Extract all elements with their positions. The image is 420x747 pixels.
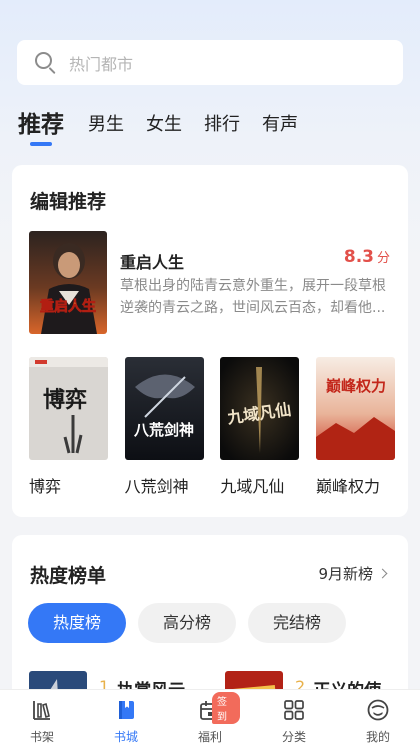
score-value: 8.3 — [343, 247, 374, 267]
search-icon — [33, 50, 59, 76]
category-grid-icon — [284, 700, 304, 720]
book-title: 巅峰权力 — [315, 477, 380, 496]
profile-icon — [367, 699, 389, 721]
tab-female[interactable]: 女生 — [146, 110, 182, 140]
nav-label: 我的 — [365, 730, 390, 744]
pill-high-score[interactable]: 高分榜 — [138, 603, 237, 643]
bottom-navigation: 书架 书城 签到 福利 分类 我的 — [0, 689, 420, 747]
search-placeholder: 热门都市 — [69, 54, 134, 74]
nav-label: 书城 — [113, 730, 138, 744]
featured-book-cover[interactable]: 重启人生 — [29, 231, 107, 334]
pill-hot[interactable]: 热度榜 — [28, 603, 127, 643]
featured-book-score: 8.3 分 — [344, 247, 390, 267]
tab-ranking[interactable]: 排行 — [204, 110, 240, 140]
book-item-dianfengquanli[interactable]: 巅峰权力 巅峰权力 — [315, 357, 395, 497]
tab-audio[interactable]: 有声 — [262, 110, 298, 140]
nav-category[interactable]: 分类 — [264, 690, 324, 747]
book-cover: 九域凡仙 — [220, 357, 300, 460]
nav-label: 福利 — [197, 730, 222, 744]
featured-book-description: 草根出身的陆青云意外重生，展开一段草根逆袭的青云之路，世间风云百态，却看他... — [120, 278, 386, 316]
nav-label: 书架 — [29, 730, 54, 744]
book-item-bahuangjianshen[interactable]: 八荒剑神 八荒剑神 — [124, 357, 204, 497]
new-list-label: 9月新榜 — [318, 565, 373, 583]
book-title: 九域凡仙 — [220, 477, 285, 496]
nav-profile[interactable]: 我的 — [348, 690, 408, 747]
nav-bookshelf[interactable]: 书架 — [12, 690, 72, 747]
book-item-jiuyufanxian[interactable]: 九域凡仙 九域凡仙 — [220, 357, 300, 497]
score-unit: 分 — [376, 251, 390, 266]
chevron-right-icon — [377, 568, 388, 579]
nav-label: 分类 — [281, 730, 306, 744]
cover-text: 博弈 — [43, 387, 87, 413]
pill-finished[interactable]: 完结榜 — [248, 603, 347, 643]
book-cover: 巅峰权力 — [315, 357, 395, 460]
nav-welfare[interactable]: 签到 福利 — [180, 690, 240, 747]
book-title: 博弈 — [29, 477, 62, 496]
category-tabs: 推荐 男生 女生 排行 有声 — [18, 104, 320, 146]
ranking-title: 热度榜单 — [30, 565, 107, 587]
recommended-book-grid: 博弈 博弈 八荒剑神 八荒剑神 九域凡仙 九域凡仙 巅峰权力 巅峰权力 — [29, 357, 395, 497]
new-list-link[interactable]: 9月新榜 — [318, 563, 388, 584]
book-store-icon — [119, 701, 134, 719]
cover-text: 巅峰权力 — [326, 377, 386, 395]
book-item-boyi[interactable]: 博弈 博弈 — [29, 357, 108, 497]
featured-cover-text: 重启人生 — [40, 298, 96, 315]
ranking-pills: 热度榜 高分榜 完结榜 — [28, 603, 358, 643]
sign-in-badge: 签到 — [212, 692, 240, 724]
nav-bookstore[interactable]: 书城 — [96, 690, 156, 747]
book-cover: 八荒剑神 — [124, 357, 204, 460]
tab-male[interactable]: 男生 — [88, 110, 124, 140]
editor-pick-title: 编辑推荐 — [30, 191, 107, 213]
book-cover: 博弈 — [29, 357, 108, 460]
book-title: 八荒剑神 — [124, 477, 189, 496]
search-bar[interactable]: 热门都市 — [17, 40, 403, 85]
editor-pick-card: 编辑推荐 重启人生 重启人生 8.3 分 草根出身的陆青云意外重生，展开一段草根逆… — [12, 165, 408, 517]
bookshelf-icon — [33, 701, 50, 720]
featured-book-title[interactable]: 重启人生 — [120, 249, 184, 273]
tab-recommend[interactable]: 推荐 — [18, 110, 64, 146]
cover-text: 八荒剑神 — [133, 421, 194, 439]
